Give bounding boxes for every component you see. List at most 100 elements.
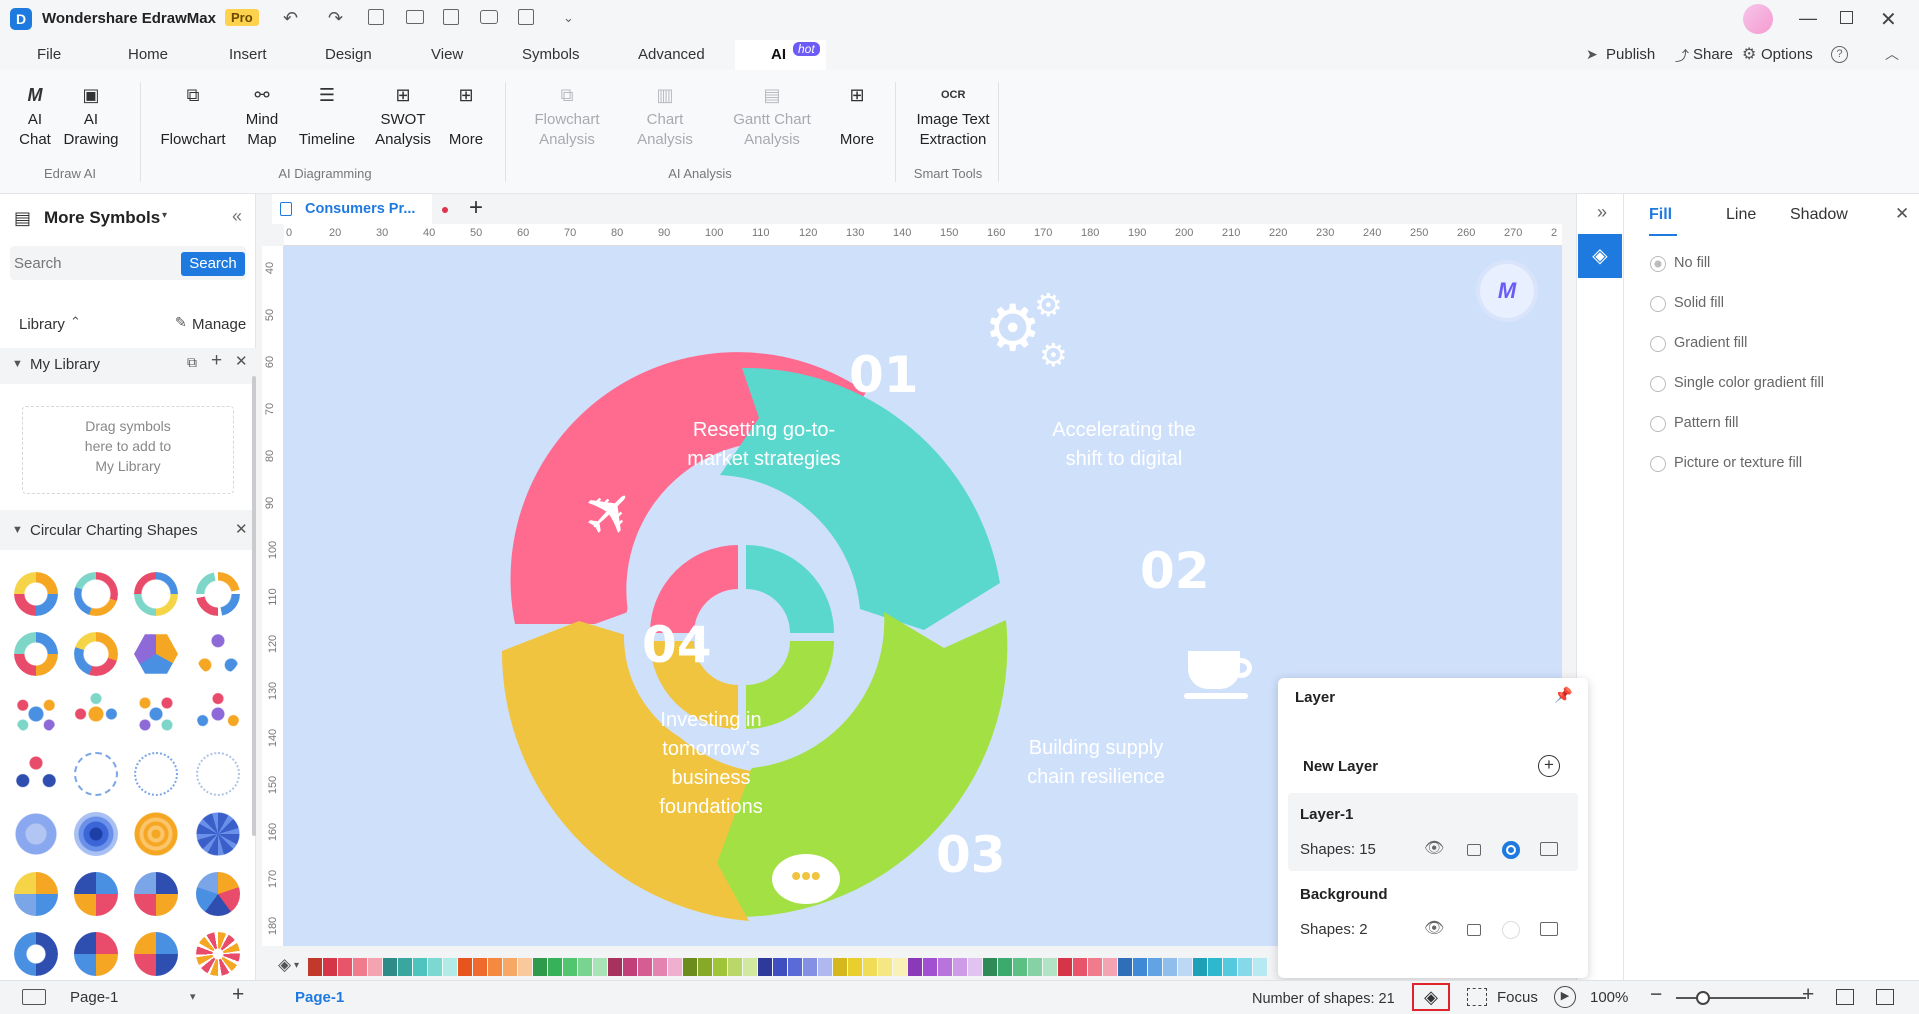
new-layer-label[interactable]: New Layer [1303,758,1378,775]
color-swatch[interactable] [818,958,832,976]
color-swatch[interactable] [1043,958,1057,976]
color-swatch[interactable] [383,958,397,976]
color-swatch[interactable] [1058,958,1072,976]
shape-pie[interactable] [134,872,178,916]
color-swatch[interactable] [548,958,562,976]
shape-org[interactable] [14,752,58,796]
color-swatch[interactable] [683,958,697,976]
zoom-level[interactable]: 100% [1590,989,1628,1006]
shape-donut[interactable] [14,932,58,976]
shape-ring-network[interactable] [74,752,118,796]
shape-ring-network[interactable] [134,752,178,796]
page-tab[interactable]: Page-1 [295,989,344,1006]
add-page-icon[interactable]: + [232,983,244,1007]
color-swatch[interactable] [578,958,592,976]
color-swatch[interactable] [638,958,652,976]
color-swatch[interactable] [1193,958,1207,976]
color-swatch[interactable] [398,958,412,976]
fill-bucket-icon[interactable]: ◈ [278,955,291,975]
edraw-ai-floating-button[interactable]: M [1480,264,1534,318]
swot-analysis-button[interactable]: ⊞ SWOT Analysis [370,84,436,150]
color-swatch[interactable] [323,958,337,976]
dropdown-arrow-icon[interactable]: ▾ [162,210,167,221]
print-icon[interactable] [480,10,498,24]
color-swatch[interactable] [503,958,517,976]
visibility-eye-icon[interactable]: 👁 [1424,838,1444,858]
color-swatch[interactable] [368,958,382,976]
layer-row-active[interactable] [1288,793,1578,871]
menu-file[interactable]: File [37,46,61,63]
publish-button[interactable]: Publish [1606,46,1655,63]
color-swatch[interactable] [803,958,817,976]
undo-icon[interactable]: ↶ [283,8,298,29]
color-swatch[interactable] [1223,958,1237,976]
color-swatch[interactable] [458,958,472,976]
close-category-icon[interactable]: ✕ [235,520,248,538]
color-swatch[interactable] [983,958,997,976]
timeline-button[interactable]: ☰ Timeline [294,84,360,150]
shape-donut[interactable] [196,572,240,616]
ai-drawing-button[interactable]: ▣ AI Drawing [62,84,120,150]
shape-donut[interactable] [134,572,178,616]
menu-advanced[interactable]: Advanced [638,46,705,63]
flowchart-button[interactable]: ⧉ Flowchart [158,84,228,150]
color-swatch[interactable] [1163,958,1177,976]
open-folder-icon[interactable] [406,10,424,24]
color-swatch[interactable] [968,958,982,976]
shape-donut[interactable] [14,632,58,676]
minimize-icon[interactable]: — [1799,8,1817,29]
lock-icon[interactable] [1467,924,1481,936]
flowchart-analysis-button[interactable]: ⧉ Flowchart Analysis [527,84,607,150]
shape-radial[interactable] [74,812,118,856]
color-swatch[interactable] [1028,958,1042,976]
manage-icon[interactable]: ✎ [175,314,187,331]
my-library-dropzone[interactable]: Drag symbols here to add to My Library [22,406,234,494]
save-icon[interactable] [443,9,459,25]
shape-pie[interactable] [14,872,58,916]
menu-symbols[interactable]: Symbols [522,46,580,63]
color-swatch[interactable] [563,958,577,976]
shape-radial[interactable] [134,812,178,856]
palette-dropdown-icon[interactable]: ▾ [294,960,299,971]
options-gear-icon[interactable]: ⚙ [1742,44,1756,64]
export-icon[interactable] [518,9,534,25]
my-library-title[interactable]: My Library [30,356,100,373]
color-swatch[interactable] [998,958,1012,976]
zoom-in-icon[interactable]: + [1802,983,1814,1007]
shape-network[interactable] [196,632,240,676]
shape-flower[interactable] [14,812,58,856]
color-swatch[interactable] [1073,958,1087,976]
color-swatch[interactable] [758,958,772,976]
color-swatch[interactable] [863,958,877,976]
color-swatch[interactable] [308,958,322,976]
color-swatch[interactable] [1238,958,1252,976]
color-swatch[interactable] [1253,958,1267,976]
color-swatch[interactable] [1148,958,1162,976]
shape-cycle[interactable] [196,692,240,736]
color-swatch[interactable] [848,958,862,976]
menu-design[interactable]: Design [325,46,372,63]
shape-wheel[interactable] [196,812,240,856]
page-view-icon[interactable] [22,989,46,1005]
radio-icon[interactable] [1650,416,1666,432]
color-swatch[interactable] [1118,958,1132,976]
layer-name[interactable]: Layer-1 [1300,806,1353,823]
shape-donut[interactable] [14,572,58,616]
color-swatch[interactable] [1013,958,1027,976]
ai-chat-button[interactable]: M AI Chat [18,84,52,150]
shape-hexagon[interactable] [134,634,178,674]
visibility-eye-icon[interactable]: 👁 [1424,918,1444,938]
tab-line[interactable]: Line [1726,206,1756,224]
analysis-more-button[interactable]: ⊞ More [837,84,877,150]
color-swatch[interactable] [713,958,727,976]
shape-cycle[interactable] [14,692,58,736]
import-icon[interactable]: ⧉ [187,354,197,371]
radio-icon[interactable] [1650,336,1666,352]
color-swatch[interactable] [788,958,802,976]
image-text-extraction-button[interactable]: OCR Image Text Extraction [908,84,998,150]
color-swatch[interactable] [653,958,667,976]
gantt-chart-analysis-button[interactable]: ▤ Gantt Chart Analysis [727,84,817,150]
menu-insert[interactable]: Insert [229,46,267,63]
inactive-layer-radio[interactable] [1502,921,1520,939]
color-swatch[interactable] [938,958,952,976]
